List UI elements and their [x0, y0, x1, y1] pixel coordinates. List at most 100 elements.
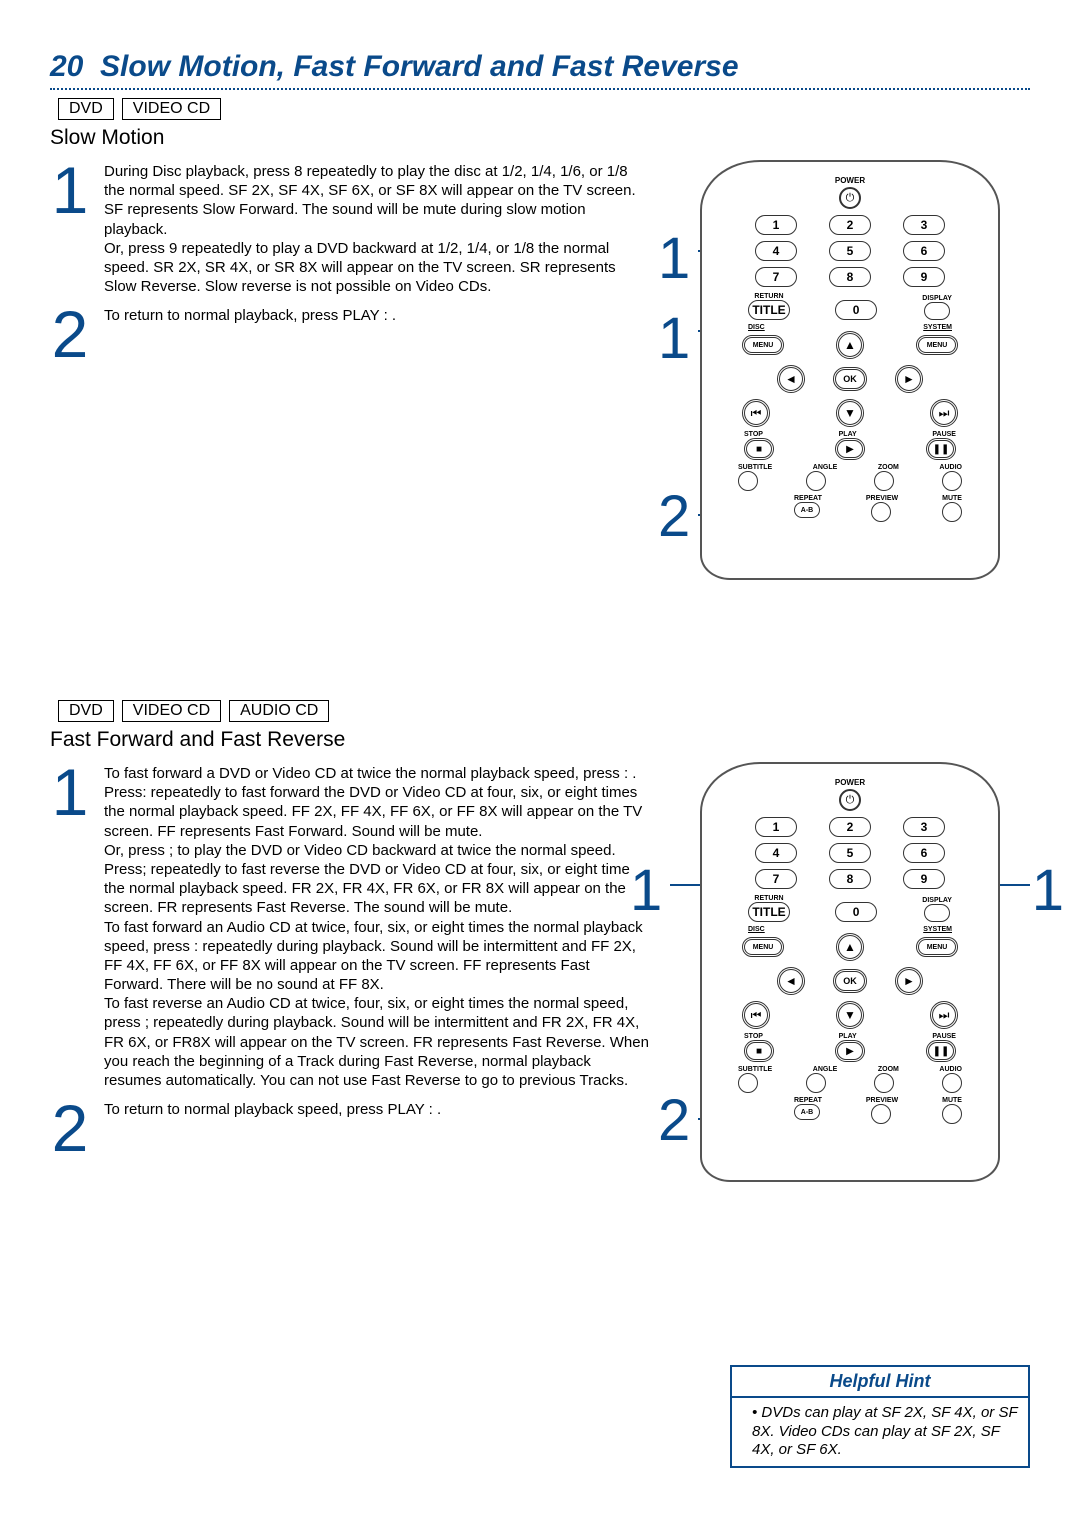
pause-button[interactable]: ❚❚	[926, 438, 956, 460]
step-text: During Disc playback, press 8 repeatedly…	[104, 160, 650, 296]
right-arrow-button[interactable]: ►	[895, 967, 923, 995]
subtitle-label: SUBTITLE	[738, 1066, 772, 1073]
next-track-button[interactable]: ⏭	[930, 399, 958, 427]
disc-menu-button[interactable]: MENU	[742, 937, 784, 957]
down-arrow-button[interactable]: ▼	[836, 1001, 864, 1029]
badge-video-cd: VIDEO CD	[122, 700, 221, 722]
next-track-button[interactable]: ⏭	[930, 1001, 958, 1029]
subtitle-button[interactable]	[738, 1073, 758, 1093]
play-button[interactable]: ▶	[835, 1040, 865, 1062]
preview-button[interactable]	[871, 502, 891, 522]
audio-button[interactable]	[942, 1073, 962, 1093]
helpful-hint-box: Helpful Hint DVDs can play at SF 2X, SF …	[730, 1365, 1030, 1468]
title-button[interactable]: TITLE	[748, 300, 790, 320]
callout-2: 2	[658, 488, 690, 546]
ab-repeat-button[interactable]: A-B	[794, 502, 820, 518]
mute-label: MUTE	[942, 1097, 962, 1104]
pause-label: PAUSE	[932, 1033, 956, 1040]
num-2[interactable]: 2	[829, 215, 871, 235]
mute-button[interactable]	[942, 502, 962, 522]
right-arrow-button[interactable]: ►	[895, 365, 923, 393]
system-label: SYSTEM	[923, 324, 952, 331]
page-heading: Slow Motion, Fast Forward and Fast Rever…	[100, 50, 738, 83]
num-7[interactable]: 7	[755, 869, 797, 889]
power-button[interactable]: ⏻	[839, 789, 861, 811]
subtitle-label: SUBTITLE	[738, 464, 772, 471]
num-5[interactable]: 5	[829, 241, 871, 261]
num-0[interactable]: 0	[835, 902, 877, 922]
num-1[interactable]: 1	[755, 215, 797, 235]
ok-button[interactable]: OK	[833, 367, 867, 391]
pause-button[interactable]: ❚❚	[926, 1040, 956, 1062]
stop-button[interactable]: ■	[744, 1040, 774, 1062]
preview-label: PREVIEW	[866, 495, 898, 502]
callout-1: 1	[658, 230, 690, 288]
num-2[interactable]: 2	[829, 817, 871, 837]
display-button[interactable]	[924, 302, 950, 320]
return-label: RETURN	[748, 895, 790, 902]
angle-label: ANGLE	[813, 1066, 838, 1073]
stop-label: STOP	[744, 1033, 763, 1040]
num-9[interactable]: 9	[903, 869, 945, 889]
play-button[interactable]: ▶	[835, 438, 865, 460]
num-4[interactable]: 4	[755, 241, 797, 261]
num-7[interactable]: 7	[755, 267, 797, 287]
title-rule	[50, 88, 1030, 90]
angle-button[interactable]	[806, 471, 826, 491]
display-button[interactable]	[924, 904, 950, 922]
callout-2: 2	[658, 1092, 690, 1150]
audio-label: AUDIO	[939, 464, 962, 471]
display-label: DISPLAY	[922, 295, 952, 302]
num-8[interactable]: 8	[829, 869, 871, 889]
preview-button[interactable]	[871, 1104, 891, 1124]
title-button[interactable]: TITLE	[748, 902, 790, 922]
hint-body: DVDs can play at SF 2X, SF 4X, or SF 8X.…	[732, 1398, 1028, 1466]
play-label: PLAY	[839, 431, 857, 438]
num-4[interactable]: 4	[755, 843, 797, 863]
power-label: POWER	[722, 176, 978, 185]
num-6[interactable]: 6	[903, 241, 945, 261]
left-arrow-button[interactable]: ◄	[777, 365, 805, 393]
return-label: RETURN	[748, 293, 790, 300]
num-3[interactable]: 3	[903, 817, 945, 837]
slow-step-2: 2 To return to normal playback, press PL…	[50, 304, 650, 361]
fast-badges: DVD VIDEO CD AUDIO CD	[58, 700, 1030, 722]
badge-audio-cd: AUDIO CD	[229, 700, 329, 722]
audio-button[interactable]	[942, 471, 962, 491]
ab-repeat-button[interactable]: A-B	[794, 1104, 820, 1120]
angle-button[interactable]	[806, 1073, 826, 1093]
num-9[interactable]: 9	[903, 267, 945, 287]
mute-button[interactable]	[942, 1104, 962, 1124]
fast-step-1: 1 To fast forward a DVD or Video CD at t…	[50, 762, 650, 1090]
repeat-label: REPEAT	[794, 1097, 822, 1104]
subtitle-button[interactable]	[738, 471, 758, 491]
step-text: To fast forward a DVD or Video CD at twi…	[104, 762, 650, 1090]
page-title: 20 Slow Motion, Fast Forward and Fast Re…	[50, 50, 1030, 84]
up-arrow-button[interactable]: ▲	[836, 331, 864, 359]
angle-label: ANGLE	[813, 464, 838, 471]
system-menu-button[interactable]: MENU	[916, 937, 958, 957]
system-label: SYSTEM	[923, 926, 952, 933]
prev-track-button[interactable]: ⏮	[742, 399, 770, 427]
system-menu-button[interactable]: MENU	[916, 335, 958, 355]
power-button[interactable]: ⏻	[839, 187, 861, 209]
slow-motion-badges: DVD VIDEO CD	[58, 98, 1030, 120]
num-0[interactable]: 0	[835, 300, 877, 320]
stop-button[interactable]: ■	[744, 438, 774, 460]
left-arrow-button[interactable]: ◄	[777, 967, 805, 995]
disc-menu-button[interactable]: MENU	[742, 335, 784, 355]
num-1[interactable]: 1	[755, 817, 797, 837]
stop-label: STOP	[744, 431, 763, 438]
up-arrow-button[interactable]: ▲	[836, 933, 864, 961]
num-8[interactable]: 8	[829, 267, 871, 287]
ok-button[interactable]: OK	[833, 969, 867, 993]
zoom-button[interactable]	[874, 1073, 894, 1093]
num-3[interactable]: 3	[903, 215, 945, 235]
prev-track-button[interactable]: ⏮	[742, 1001, 770, 1029]
num-6[interactable]: 6	[903, 843, 945, 863]
down-arrow-button[interactable]: ▼	[836, 399, 864, 427]
zoom-button[interactable]	[874, 471, 894, 491]
badge-video-cd: VIDEO CD	[122, 98, 221, 120]
badge-dvd: DVD	[58, 98, 114, 120]
num-5[interactable]: 5	[829, 843, 871, 863]
